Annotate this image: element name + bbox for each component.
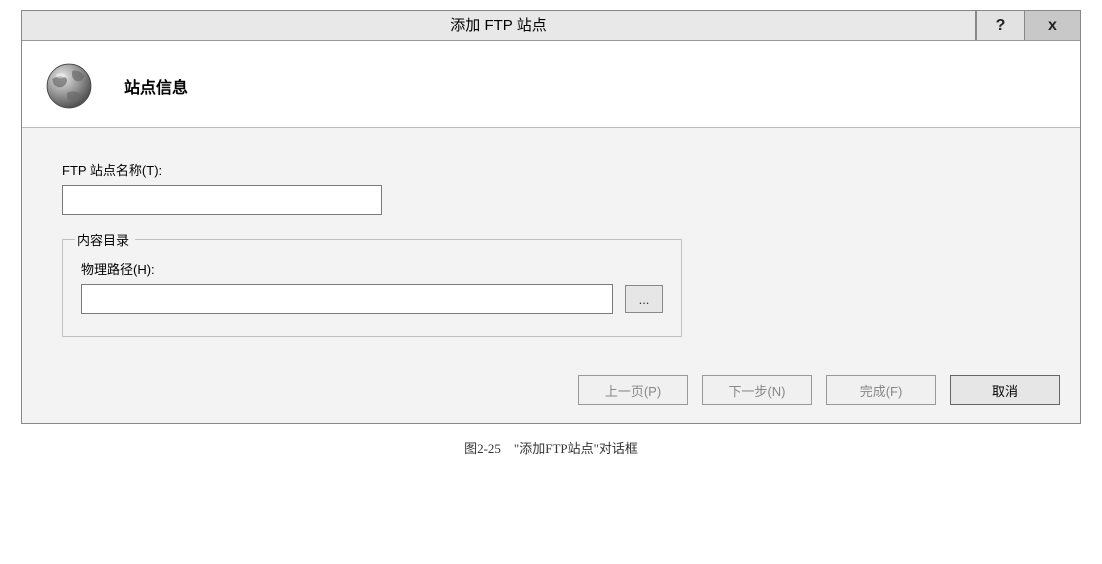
physical-path-label: 物理路径(H): [81,259,663,278]
next-button[interactable]: 下一步(N) [702,375,812,405]
physical-path-row: ... [81,284,663,314]
content-directory-legend: 内容目录 [75,230,135,249]
help-button[interactable]: ? [976,11,1024,40]
ftp-site-name-label: FTP 站点名称(T): [62,160,1040,179]
titlebar-buttons: ? x [975,11,1080,40]
titlebar: 添加 FTP 站点 ? x [22,11,1080,41]
add-ftp-site-dialog: 添加 FTP 站点 ? x 站点信息 [21,10,1081,424]
browse-button[interactable]: ... [625,285,663,313]
cancel-button[interactable]: 取消 [950,375,1060,405]
dialog-footer: 上一页(P) 下一步(N) 完成(F) 取消 [22,361,1080,423]
close-button[interactable]: x [1024,11,1080,40]
finish-button[interactable]: 完成(F) [826,375,936,405]
dialog-body: FTP 站点名称(T): 内容目录 物理路径(H): ... [22,128,1080,361]
figure-caption: 图2-25 "添加FTP站点"对话框 [10,438,1092,457]
previous-button[interactable]: 上一页(P) [578,375,688,405]
physical-path-input[interactable] [81,284,613,314]
dialog-header: 站点信息 [22,41,1080,128]
dialog-title: 添加 FTP 站点 [22,11,975,40]
ftp-site-name-input[interactable] [62,185,382,215]
header-title: 站点信息 [124,74,188,98]
content-directory-group: 内容目录 物理路径(H): ... [62,239,682,337]
globe-icon [42,59,96,113]
